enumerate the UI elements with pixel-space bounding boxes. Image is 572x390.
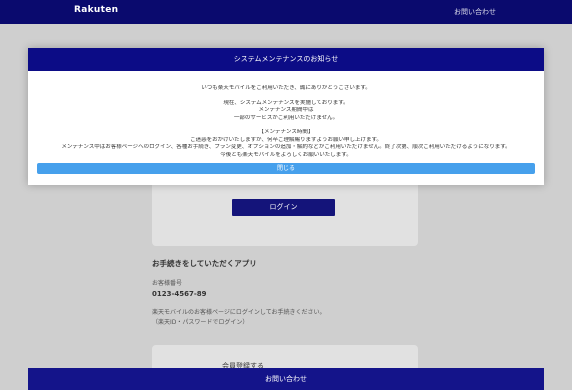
modal-line-2: 現在、システムメンテナンスを実施しております。 (223, 99, 349, 106)
modal-line-5: 【メンテナンス時間】 (258, 129, 314, 135)
app-note-line-2: （楽天ID・パスワードでログイン） (152, 319, 249, 326)
top-navigation-bar: Rakuten お問い合わせ (0, 0, 572, 24)
customer-number-value: 0123-4567-89 (152, 290, 207, 298)
modal-line-8: 今後とも楽天モバイルをよろしくお願いいたします。 (220, 151, 352, 158)
app-note-line-1: 楽天モバイルのお客様ページにログインしてお手続きください。 (152, 309, 326, 316)
maintenance-modal: システムメンテナンスのお知らせ いつも楽天モバイルをご利用いただき、誠にありがと… (28, 48, 544, 185)
modal-title: システムメンテナンスのお知らせ (28, 48, 544, 71)
bottom-bar[interactable]: お問い合わせ (28, 368, 544, 390)
brand-logo[interactable]: Rakuten (74, 5, 118, 15)
login-button[interactable]: ログイン (232, 199, 335, 216)
customer-number-label: お客様番号 (152, 280, 183, 287)
app-section: お手続きをしていただくアプリ お客様番号 0123-4567-89 楽天モバイル… (152, 258, 418, 328)
modal-line-3: メンテナンス期間中は (258, 107, 314, 113)
modal-line-4: 一部のサービスがご利用いただけません。 (233, 114, 339, 121)
modal-body: いつも楽天モバイルをご利用いただき、誠にありがとうございます。 現在、システムメ… (28, 71, 544, 159)
modal-close-button[interactable]: 閉じる (37, 163, 535, 174)
modal-line-1: いつも楽天モバイルをご利用いただき、誠にありがとうございます。 (201, 85, 371, 91)
modal-line-6: ご迷惑をおかけいたしますが、何卒ご理解賜りますようお願い申し上げます。 (190, 136, 382, 143)
modal-line-7: メンテナンス中はお客様ページへのログイン、各種お手続き、プラン変更、オプションの… (61, 144, 511, 150)
header-link[interactable]: お問い合わせ (454, 7, 496, 17)
app-section-title: お手続きをしていただくアプリ (152, 259, 257, 268)
